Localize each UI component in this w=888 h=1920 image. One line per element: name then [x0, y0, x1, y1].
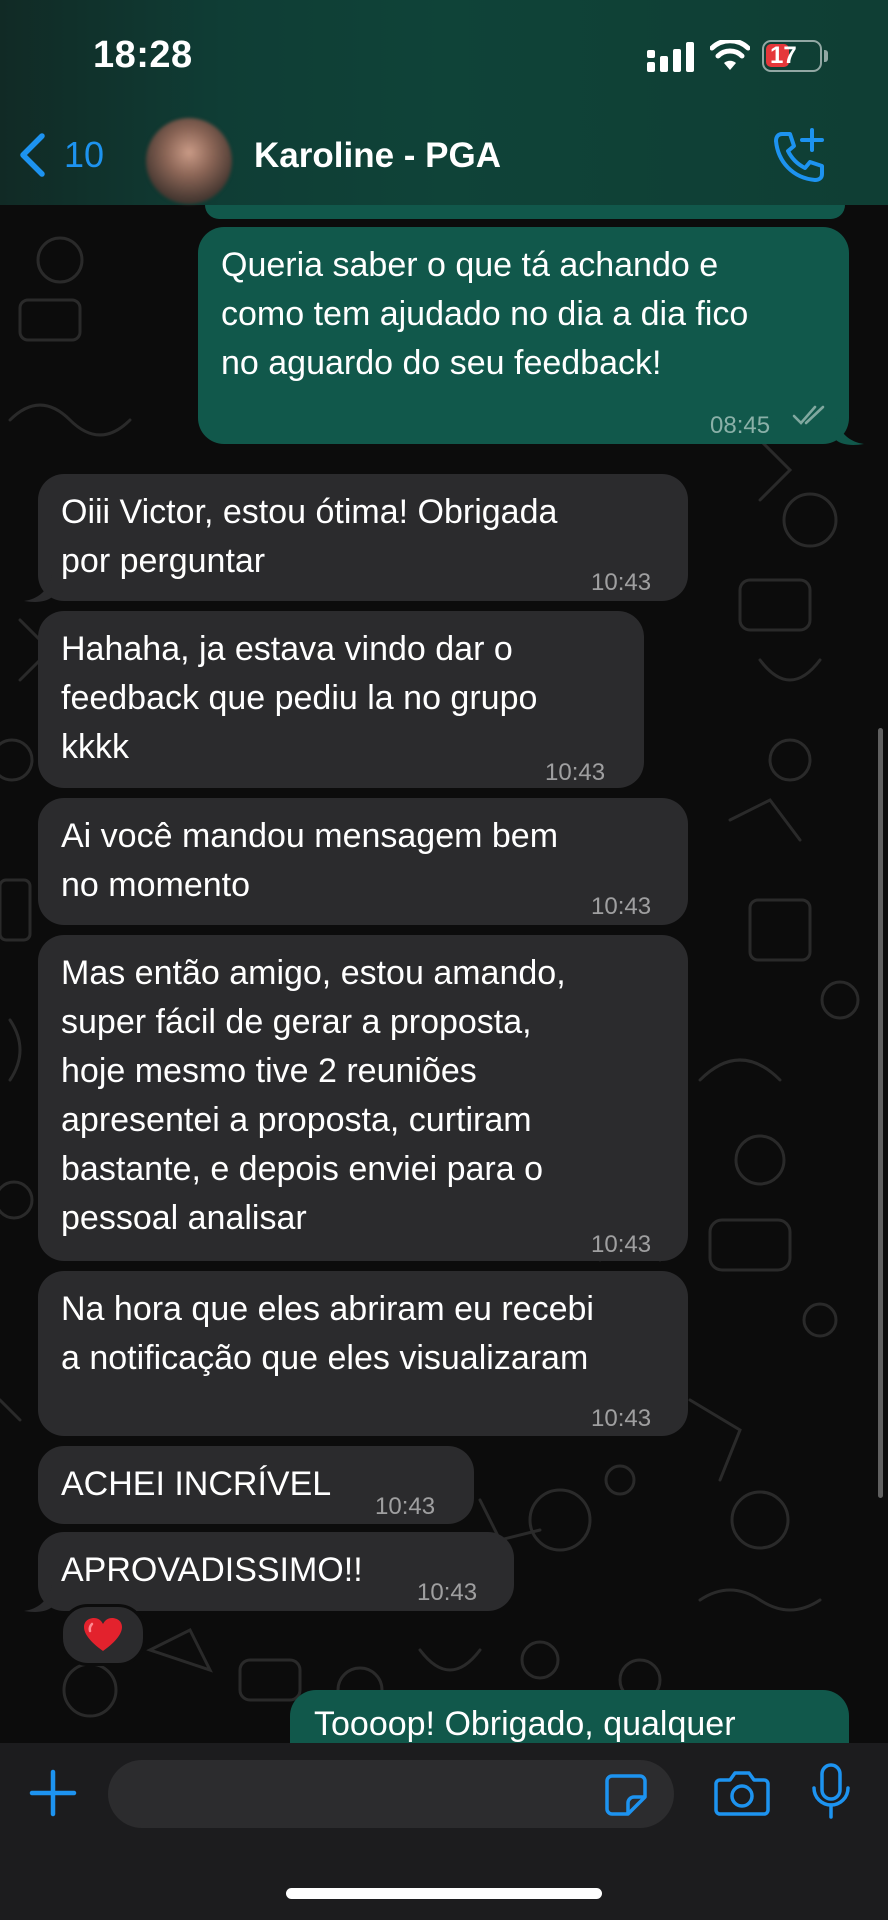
- message-time: 10:43: [591, 569, 652, 596]
- message-text: Queria saber o que tá achando e como tem…: [221, 246, 749, 382]
- cellular-signal-icon: [647, 42, 694, 72]
- message-text: ACHEI INCRÍVEL: [61, 1465, 332, 1503]
- message-text: Oiii Victor, estou ótima! Obrigada por p…: [61, 493, 558, 580]
- message-incoming[interactable]: APROVADISSIMO!! 10:43: [38, 1532, 514, 1611]
- double-check-icon: [792, 405, 825, 425]
- contact-name[interactable]: Karoline - PGA: [254, 136, 501, 176]
- bubble-tail: [24, 1585, 52, 1612]
- message-incoming[interactable]: ACHEI INCRÍVEL 10:43: [38, 1446, 474, 1524]
- wifi-icon: [710, 40, 750, 70]
- bubble-tail: [836, 418, 864, 445]
- chat-header: 18:28 17 10 Karoline - PGA: [0, 0, 888, 205]
- chevron-left-icon: [20, 133, 45, 177]
- message-outgoing[interactable]: Queria saber o que tá achando e como tem…: [198, 227, 849, 444]
- message-time: 08:45: [710, 412, 771, 439]
- back-button[interactable]: 10: [18, 130, 104, 180]
- heart-icon: [84, 1618, 122, 1651]
- message-text: Mas então amigo, estou amando, super fác…: [61, 954, 566, 1237]
- message-incoming[interactable]: Oiii Victor, estou ótima! Obrigada por p…: [38, 474, 688, 601]
- home-indicator[interactable]: [286, 1888, 602, 1899]
- sticker-button[interactable]: [604, 1773, 648, 1817]
- microphone-button[interactable]: [810, 1762, 852, 1822]
- message-time: 10:43: [545, 759, 606, 786]
- contact-avatar[interactable]: [146, 118, 232, 204]
- message-incoming[interactable]: Na hora que eles abriram eu recebi a not…: [38, 1271, 688, 1436]
- message-incoming[interactable]: Mas então amigo, estou amando, super fác…: [38, 935, 688, 1261]
- message-time: 10:43: [591, 1231, 652, 1258]
- message-text: Toooop! Obrigado, qualquer: [314, 1705, 736, 1743]
- battery-cap: [824, 50, 828, 62]
- message-time: 10:43: [375, 1493, 436, 1520]
- attach-plus-button[interactable]: [28, 1768, 78, 1818]
- message-text: Ai você mandou mensagem bem no momento: [61, 817, 559, 904]
- message-text: APROVADISSIMO!!: [61, 1551, 363, 1589]
- message-text: Hahaha, ja estava vindo dar o feedback q…: [61, 630, 538, 766]
- unread-count: 10: [64, 134, 105, 175]
- message-incoming[interactable]: Hahaha, ja estava vindo dar o feedback q…: [38, 611, 644, 788]
- message-time: 10:43: [417, 1579, 478, 1606]
- message-time: 10:43: [591, 1405, 652, 1432]
- message-incoming[interactable]: Ai você mandou mensagem bem no momento 1…: [38, 798, 688, 925]
- add-call-button[interactable]: [772, 128, 828, 184]
- bubble-tail: [24, 575, 52, 602]
- previous-message-fragment: [205, 205, 845, 219]
- scroll-indicator[interactable]: [878, 728, 883, 1498]
- message-text: Na hora que eles abriram eu recebi a not…: [61, 1290, 594, 1377]
- battery-percent: 17: [770, 42, 797, 69]
- status-time: 18:28: [93, 34, 193, 76]
- battery-icon: 17: [762, 40, 822, 72]
- heart-reaction[interactable]: [60, 1604, 146, 1666]
- message-input[interactable]: [108, 1760, 674, 1828]
- message-time: 10:43: [591, 893, 652, 920]
- camera-button[interactable]: [714, 1770, 770, 1816]
